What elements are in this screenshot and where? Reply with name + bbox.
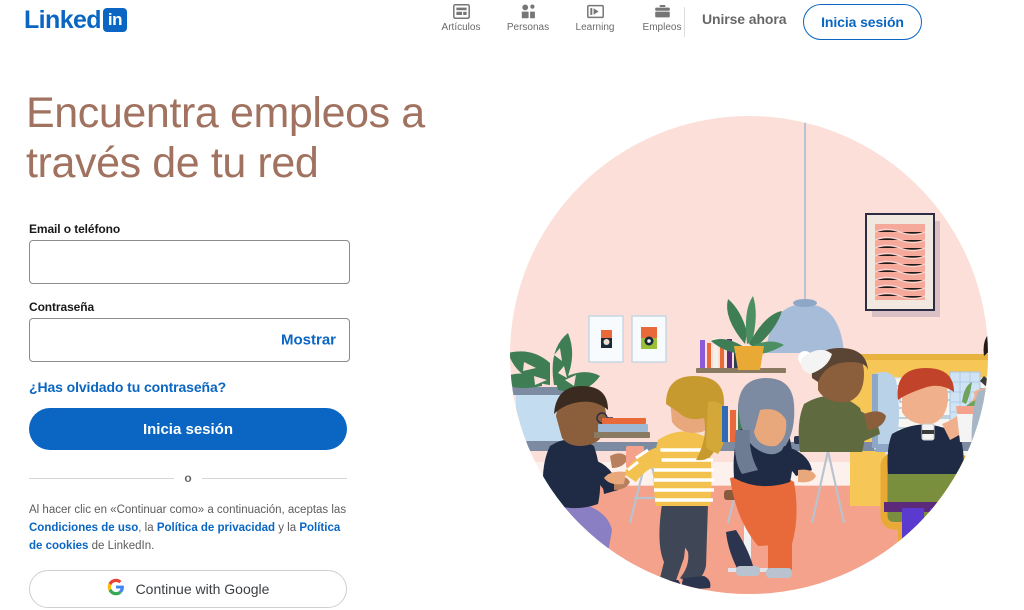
linkedin-login-page: Linked in Artículos Personas Learning Em… xyxy=(0,0,1024,610)
nav-label: Personas xyxy=(506,22,550,33)
privacy-policy-link[interactable]: Política de privacidad xyxy=(157,522,275,534)
site-header: Linked in Artículos Personas Learning Em… xyxy=(0,0,1024,46)
legal-mid-2: y la xyxy=(275,521,300,534)
linkedin-logo[interactable]: Linked in xyxy=(24,6,127,34)
show-password-button[interactable]: Mostrar xyxy=(281,332,336,349)
email-label: Email o teléfono xyxy=(29,222,121,236)
email-input[interactable] xyxy=(42,241,337,283)
nav-item-learning[interactable]: Learning xyxy=(570,2,620,33)
logo-wordmark: Linked xyxy=(24,5,102,34)
password-label: Contraseña xyxy=(29,300,95,314)
continue-with-google-button[interactable]: Continue with Google xyxy=(29,570,347,609)
google-icon xyxy=(107,578,125,601)
nav-item-empleos[interactable]: Empleos xyxy=(637,2,687,33)
divider-label: o xyxy=(184,471,192,485)
office-collaboration-illustration xyxy=(498,100,1024,610)
nav-item-articulos[interactable]: Artículos xyxy=(436,2,486,33)
google-button-label: Continue with Google xyxy=(135,581,270,598)
legal-disclaimer: Al hacer clic en «Continuar como» a cont… xyxy=(29,502,351,555)
people-icon xyxy=(520,2,537,20)
legal-suffix: de LinkedIn. xyxy=(88,539,155,552)
header-nav: Artículos Personas Learning Empleos xyxy=(436,2,687,33)
header-sign-in-button[interactable]: Inicia sesión xyxy=(803,4,922,40)
divider-line-left xyxy=(29,477,175,479)
header-divider xyxy=(684,7,685,37)
legal-mid-1: , la xyxy=(138,521,157,534)
email-field[interactable] xyxy=(29,240,350,284)
nav-label: Empleos xyxy=(642,22,682,33)
nav-item-personas[interactable]: Personas xyxy=(503,2,553,33)
terms-of-use-link[interactable]: Condiciones de uso xyxy=(29,522,138,534)
page-title: Encuentra empleos a través de tu red xyxy=(26,89,425,188)
learning-icon xyxy=(586,2,604,20)
article-icon xyxy=(452,2,470,20)
submit-sign-in-button[interactable]: Inicia sesión xyxy=(29,408,347,450)
divider-line-right xyxy=(201,477,347,479)
join-now-button[interactable]: Unirse ahora xyxy=(702,11,786,27)
login-form: Email o teléfono Contraseña Mostrar ¿Has… xyxy=(29,222,351,609)
or-divider: o xyxy=(29,471,347,485)
nav-label: Learning xyxy=(575,22,615,33)
jobs-briefcase-icon xyxy=(654,2,671,20)
legal-prefix: Al hacer clic en «Continuar como» a cont… xyxy=(29,504,347,516)
forgot-password-link[interactable]: ¿Has olvidado tu contraseña? xyxy=(29,379,350,395)
nav-label: Artículos xyxy=(441,22,481,33)
password-field[interactable]: Mostrar xyxy=(29,318,350,362)
logo-in-badge: in xyxy=(102,8,127,32)
